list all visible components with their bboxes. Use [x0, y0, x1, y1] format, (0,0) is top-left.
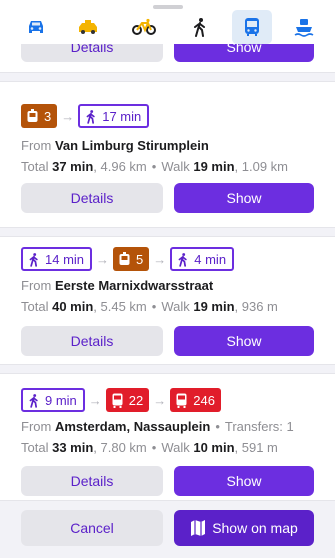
show-on-map-button[interactable]: Show on map — [174, 510, 314, 546]
mode-taxi[interactable] — [64, 10, 112, 44]
tram-icon — [27, 108, 38, 122]
details-button[interactable]: Details — [21, 326, 163, 356]
bicycle-icon — [132, 18, 156, 35]
route-legs: 3 → 17 min — [21, 104, 150, 128]
route-summary: Total 37 min, 4.96 km • Walk 19 min, 1.09 … — [21, 159, 288, 174]
taxi-icon — [79, 20, 97, 34]
tram-icon — [119, 251, 130, 265]
walk-leg: 17 min — [78, 104, 150, 128]
walking-icon — [86, 109, 95, 124]
tram-leg: 5 — [113, 247, 150, 271]
mode-car[interactable] — [12, 10, 60, 44]
route-legs: 14 min → 5 → 4 min — [21, 247, 235, 271]
drag-handle[interactable] — [153, 5, 183, 9]
route-card[interactable]: 14 min → 5 → 4 min From Eerste Marnixdwa… — [0, 237, 335, 377]
cancel-button[interactable]: Cancel — [21, 510, 163, 546]
bus-leg: 22 — [105, 388, 150, 412]
bottom-action-bar: Cancel Show on map — [0, 500, 335, 558]
route-origin: From Amsterdam, Nassauplein • Transfers: 1 — [21, 419, 294, 434]
bus-leg: 246 — [170, 388, 221, 412]
show-button[interactable]: Show — [174, 183, 314, 213]
arrow-icon: → — [61, 108, 75, 124]
walking-icon — [29, 252, 38, 267]
map-icon — [191, 520, 206, 536]
details-button[interactable]: Details — [21, 44, 163, 62]
route-summary: Total 33 min, 7.80 km • Walk 10 min, 591 m — [21, 440, 278, 455]
route-legs: 9 min → 22 → 246 — [21, 388, 221, 412]
arrow-icon: → — [153, 392, 167, 408]
route-origin: From Eerste Marnixdwarsstraat — [21, 278, 214, 293]
car-icon — [29, 21, 43, 33]
bus-icon — [245, 18, 259, 36]
arrow-icon: → — [88, 392, 102, 408]
details-button[interactable]: Details — [21, 466, 163, 496]
mode-bicycle[interactable] — [120, 10, 168, 44]
details-button[interactable]: Details — [21, 183, 163, 213]
arrow-icon: → — [153, 251, 167, 267]
transport-mode-bar — [0, 10, 335, 44]
separator — [0, 72, 335, 82]
show-button[interactable]: Show — [174, 326, 314, 356]
mode-public-transport[interactable] — [232, 10, 272, 44]
tram-leg: 3 — [21, 104, 58, 128]
route-origin: From Van Limburg Stirumplein — [21, 138, 209, 153]
walk-leg: 4 min — [170, 247, 235, 271]
walking-icon — [194, 18, 205, 37]
route-card[interactable]: 3 → 17 min From Van Limburg Stirumplein … — [0, 82, 335, 232]
ferry-icon — [294, 19, 314, 37]
route-card[interactable]: 9 min → 22 → 246 From Amsterdam, Nassaup… — [0, 374, 335, 500]
walk-leg: 14 min — [21, 247, 93, 271]
walking-icon — [29, 393, 38, 408]
bus-icon — [176, 393, 187, 408]
separator — [0, 364, 335, 374]
separator — [0, 227, 335, 237]
bus-icon — [112, 393, 123, 408]
walking-icon — [178, 252, 187, 267]
mode-ferry[interactable] — [280, 10, 328, 44]
show-on-map-label: Show on map — [212, 520, 298, 536]
route-summary: Total 40 min, 5.45 km • Walk 19 min, 936 m — [21, 299, 278, 314]
previous-route-partial: Details Show — [0, 44, 335, 72]
walk-leg: 9 min — [21, 388, 85, 412]
arrow-icon: → — [96, 251, 110, 267]
show-button[interactable]: Show — [174, 466, 314, 496]
show-button[interactable]: Show — [174, 44, 314, 62]
mode-walking[interactable] — [176, 10, 224, 44]
